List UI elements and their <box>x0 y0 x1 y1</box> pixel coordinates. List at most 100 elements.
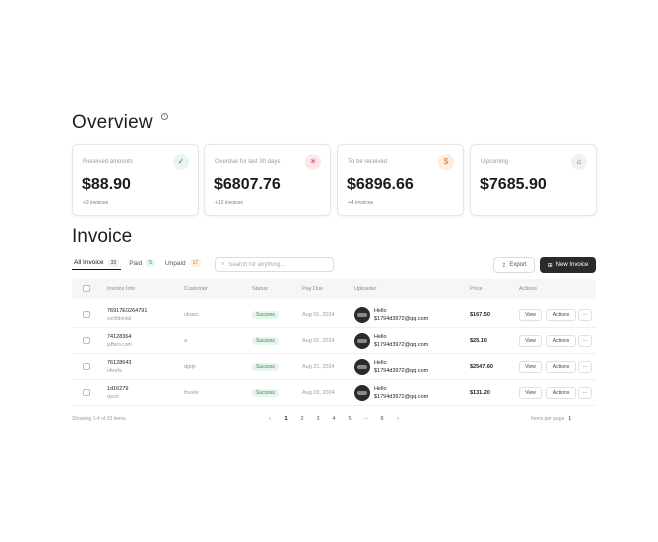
pay-due: Aug 01, 2024 <box>302 338 335 344</box>
page-button[interactable]: 8 <box>374 414 390 424</box>
actions-button[interactable]: Actions <box>546 335 576 347</box>
tab-all-invoice[interactable]: All Invoice 33 <box>72 256 122 270</box>
row-checkbox[interactable] <box>83 389 90 396</box>
uploader-name: Hello <box>374 334 387 340</box>
card-sub: +4 invoices <box>348 200 374 206</box>
view-button[interactable]: View <box>519 335 542 347</box>
export-icon: ⇪ <box>501 262 507 269</box>
table-row[interactable]: 1d16279 dycol thuvle Success Aug 03, 202… <box>72 380 596 406</box>
row-checkbox[interactable] <box>83 363 90 370</box>
more-icon[interactable]: ··· <box>578 335 592 347</box>
status-badge: Success <box>252 337 279 345</box>
summary-card-overdue: Overdue for last 30 days $6807.76 +12 in… <box>204 144 331 216</box>
search-icon: ⌕ <box>221 261 225 267</box>
dollar-icon: $ <box>438 154 454 170</box>
page-button[interactable]: 4 <box>326 414 342 424</box>
search-input[interactable] <box>228 261 324 268</box>
customer: thuvle <box>184 390 199 396</box>
card-label: To be received <box>348 159 388 165</box>
invoice-tabs: All Invoice 33 Paid 5 Unpaid 17 <box>72 256 203 272</box>
col-status[interactable]: Status <box>252 286 268 292</box>
invoice-title: Invoice <box>72 226 133 247</box>
invoice-id: 76917E0264791 <box>107 308 148 314</box>
customer: ubasc <box>184 312 199 318</box>
customer: a <box>184 338 188 344</box>
tab-label: Paid <box>129 259 143 267</box>
search-box: ⌕ <box>215 257 334 272</box>
card-label: Overdue for last 30 days <box>215 159 281 165</box>
pay-due: Aug 01, 2024 <box>302 312 335 318</box>
rows-per-page-label: Items per page <box>531 416 565 422</box>
row-checkbox[interactable] <box>83 311 90 318</box>
actions-button[interactable]: Actions <box>546 387 576 399</box>
more-icon[interactable]: ··· <box>578 387 592 399</box>
avatar <box>354 307 370 323</box>
invoice-sub: confidental <box>107 316 132 322</box>
tab-paid[interactable]: Paid 5 <box>127 256 157 270</box>
user-icon: ⌂ <box>571 154 587 170</box>
price: $25.10 <box>470 338 487 344</box>
export-button[interactable]: ⇪ Export <box>493 257 535 273</box>
status-badge: Success <box>252 311 279 319</box>
pay-due: Aug 03, 2024 <box>302 390 335 396</box>
page-button[interactable]: 3 <box>310 414 326 424</box>
summary-card-upcoming: Upcoming $7685.90 ⌂ <box>470 144 597 216</box>
card-label: Upcoming <box>481 159 509 165</box>
actions-button[interactable]: Actions <box>546 361 576 373</box>
new-invoice-button[interactable]: ⊞ New Invoice <box>540 257 596 273</box>
invoice-sub: jaffaro.com <box>107 342 132 348</box>
view-button[interactable]: View <box>519 387 542 399</box>
page-button[interactable]: 1 <box>278 414 294 424</box>
new-invoice-label: New Invoice <box>555 262 589 268</box>
uploader-name: Hello <box>374 360 387 366</box>
price: $131.20 <box>470 390 490 396</box>
next-page-icon[interactable]: › <box>390 414 406 424</box>
more-icon[interactable]: ··· <box>578 309 592 321</box>
uploader-name: Hello <box>374 386 387 392</box>
table-row[interactable]: 74128364 jaffaro.com a Success Aug 01, 2… <box>72 328 596 354</box>
tab-count: 33 <box>107 258 120 267</box>
page-button[interactable]: ··· <box>358 414 374 424</box>
invoice-sub: dycol <box>107 394 119 400</box>
invoice-id: 76128643 <box>107 360 132 366</box>
card-value: $6807.76 <box>214 176 281 193</box>
pay-due: Aug 21, 2024 <box>302 364 335 370</box>
status-badge: Success <box>252 389 279 397</box>
export-label: Export <box>509 262 527 268</box>
col-uploader[interactable]: Uploader <box>354 286 376 292</box>
info-icon[interactable]: i <box>161 113 168 120</box>
summary-card-received: Received amounts $88.90 +3 invoices ✓ <box>72 144 199 216</box>
rows-per-page[interactable]: Items per page 1 <box>531 416 571 422</box>
card-sub: +3 invoices <box>83 200 109 206</box>
col-pay-due[interactable]: Pay Due <box>302 286 323 292</box>
page-button[interactable]: 5 <box>342 414 358 424</box>
tab-label: Unpaid <box>164 259 186 267</box>
view-button[interactable]: View <box>519 309 542 321</box>
tab-unpaid[interactable]: Unpaid 17 <box>163 256 203 270</box>
view-button[interactable]: View <box>519 361 542 373</box>
more-icon[interactable]: ··· <box>578 361 592 373</box>
spinner-icon: ✳ <box>305 154 321 170</box>
col-price[interactable]: Price <box>470 286 483 292</box>
table-row[interactable]: 76128643 ufwefa dgqk Success Aug 21, 202… <box>72 354 596 380</box>
table-row[interactable]: 76917E0264791 confidental ubasc Success … <box>72 302 596 328</box>
page-button[interactable]: 2 <box>294 414 310 424</box>
row-checkbox[interactable] <box>83 337 90 344</box>
card-sub: +12 invoices <box>215 200 243 206</box>
select-all-checkbox[interactable] <box>83 285 90 292</box>
actions-button[interactable]: Actions <box>546 309 576 321</box>
plus-icon: ⊞ <box>547 262 553 269</box>
tab-count: 17 <box>189 259 202 267</box>
invoice-sub: ufwefa <box>107 368 122 374</box>
col-invoice-info[interactable]: Invoice Info <box>107 286 135 292</box>
uploader-email: $1794d3972@qq.com <box>374 342 429 348</box>
check-icon: ✓ <box>173 154 189 170</box>
rows-per-page-value: 1 <box>568 416 572 422</box>
col-actions: Actions <box>519 286 538 292</box>
uploader-email: $1794d3972@qq.com <box>374 394 429 400</box>
prev-page-icon[interactable]: ‹ <box>262 414 278 424</box>
col-customer[interactable]: Customer <box>184 286 208 292</box>
status-badge: Success <box>252 363 279 371</box>
uploader-name: Hello <box>374 308 387 314</box>
table-header: Invoice Info Customer Status Pay Due Upl… <box>72 279 596 299</box>
